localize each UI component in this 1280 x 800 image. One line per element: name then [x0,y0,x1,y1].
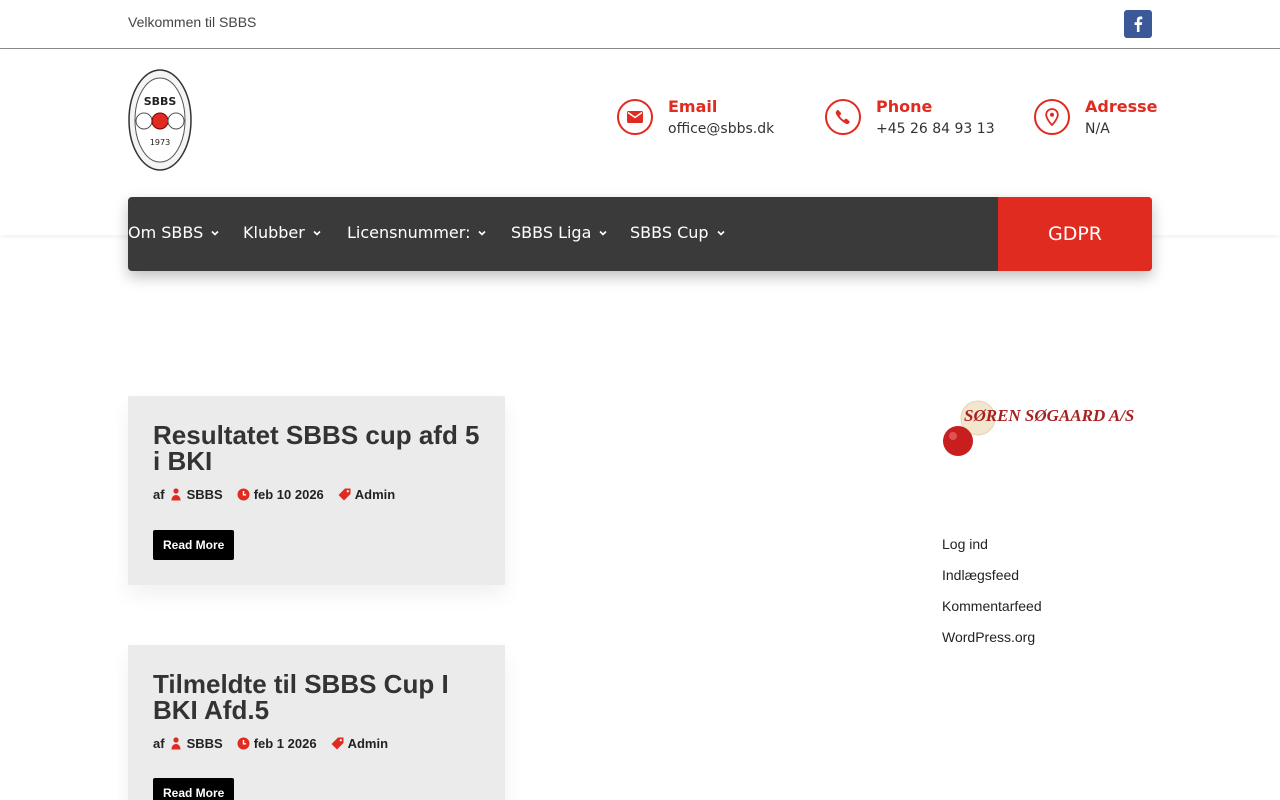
gdpr-button[interactable]: GDPR [998,197,1152,271]
nav-item-licensnummer[interactable]: Licensnummer: [347,223,487,242]
contact-address-value: N/A [1085,121,1110,137]
post-date: feb 10 2026 [253,487,324,502]
read-more-button[interactable]: Read More [153,778,235,800]
post-title[interactable]: Tilmeldte til SBBS Cup I BKI Afd.5 [153,671,493,723]
chevron-down-icon [716,230,725,236]
nav-item-label: SBBS Cup [630,223,709,242]
contact-address-title: Adresse [1085,97,1158,116]
phone-icon [825,99,861,135]
logo-year: 1973 [150,138,170,147]
nav-item-klubber[interactable]: Klubber [243,223,322,242]
link-indlaegsfeed[interactable]: Indlægsfeed [942,566,1042,597]
main-nav: Om SBBS Klubber Licensnummer: SBBS Liga … [128,197,1152,271]
contact-phone-title: Phone [876,97,933,116]
post-author[interactable]: SBBS [187,736,223,751]
map-pin-icon [1034,99,1070,135]
link-wordpress-org[interactable]: WordPress.org [942,628,1042,659]
post-meta: af SBBS feb 10 2026 Admin [153,487,395,502]
post-by-label: af [153,736,165,751]
post-card: Tilmeldte til SBBS Cup I BKI Afd.5 af SB… [128,645,505,800]
user-icon [171,737,181,750]
post-author[interactable]: SBBS [187,487,223,502]
contact-email-value[interactable]: office@sbbs.dk [668,121,774,137]
post-category[interactable]: Admin [355,487,395,502]
tag-icon [338,488,351,501]
post-by-label: af [153,487,165,502]
sponsor-name: SØREN SØGAARD A/S [964,406,1134,425]
facebook-icon [1134,16,1143,32]
logo-text: SBBS [144,95,177,108]
sbbs-logo[interactable]: SBBS 1973 [128,69,192,171]
chevron-down-icon [599,230,607,236]
read-more-button[interactable]: Read More [153,530,235,560]
envelope-icon [617,99,653,135]
meta-links: Log ind Indlægsfeed Kommentarfeed WordPr… [942,535,1042,659]
nav-item-label: Om SBBS [128,223,204,242]
post-meta: af SBBS feb 1 2026 Admin [153,736,388,751]
sponsor-logo[interactable]: SØREN SØGAARD A/S [942,394,1154,460]
post-date: feb 1 2026 [253,736,317,751]
tag-icon [331,737,344,750]
welcome-text: Velkommen til SBBS [128,14,257,30]
nav-item-label: Klubber [243,223,305,242]
user-icon [171,488,181,501]
chevron-down-icon [478,230,487,236]
link-log-ind[interactable]: Log ind [942,535,1042,566]
link-kommentarfeed[interactable]: Kommentarfeed [942,597,1042,628]
post-card: Resultatet SBBS cup afd 5 i BKI af SBBS … [128,396,505,585]
facebook-link[interactable] [1124,10,1152,38]
post-title[interactable]: Resultatet SBBS cup afd 5 i BKI [153,422,493,474]
post-category[interactable]: Admin [348,736,388,751]
top-bar: Velkommen til SBBS [0,0,1280,49]
chevron-down-icon [313,230,321,236]
clock-icon [237,488,250,501]
contact-email-title: Email [668,97,718,116]
contact-phone-value[interactable]: +45 26 84 93 13 [876,121,995,137]
nav-item-label: SBBS Liga [511,223,592,242]
chevron-down-icon [211,230,219,236]
nav-item-sbbs-liga[interactable]: SBBS Liga [511,223,608,242]
nav-item-sbbs-cup[interactable]: SBBS Cup [630,223,726,242]
nav-item-om-sbbs[interactable]: Om SBBS [128,223,220,242]
clock-icon [237,737,250,750]
nav-item-label: Licensnummer: [347,223,471,242]
